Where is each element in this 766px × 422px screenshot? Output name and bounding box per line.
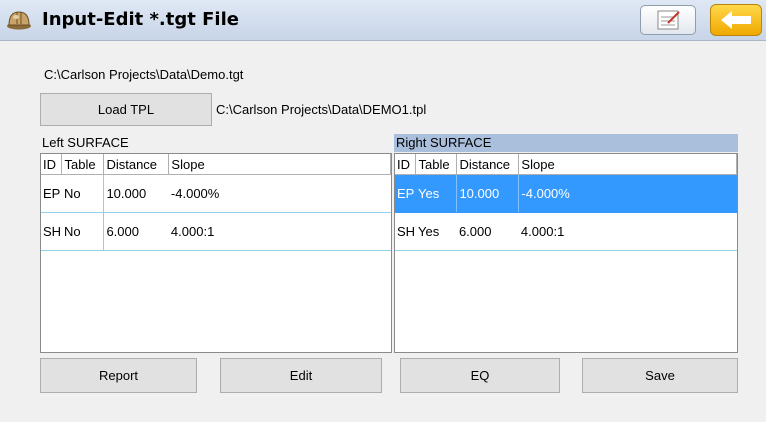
table-header-row: ID Table Distance Slope — [395, 154, 737, 175]
save-label: Save — [645, 368, 675, 383]
cell-table: No — [61, 212, 105, 251]
column-header-slope[interactable]: Slope — [168, 154, 391, 175]
column-header-distance[interactable]: Distance — [456, 154, 520, 175]
column-header-table[interactable]: Table — [415, 154, 458, 175]
cell-table: Yes — [415, 212, 457, 251]
column-header-id[interactable]: ID — [41, 154, 63, 175]
back-arrow-icon — [721, 11, 751, 29]
right-surface-label: Right SURFACE — [394, 134, 738, 152]
tpl-file-path: C:\Carlson Projects\Data\DEMO1.tpl — [216, 102, 427, 117]
left-surface-table: ID Table Distance Slope EP No 10.000 -4.… — [41, 154, 391, 251]
right-surface-table: ID Table Distance Slope EP Yes 10.000 -4… — [395, 154, 737, 251]
cell-id: EP — [41, 174, 62, 213]
cell-distance: 10.000 — [456, 174, 520, 213]
title-bar: Input-Edit *.tgt File — [0, 0, 766, 41]
cell-slope: 4.000:1 — [518, 212, 737, 251]
cell-id: EP — [395, 174, 416, 213]
cell-slope: -4.000% — [168, 174, 391, 213]
column-header-table[interactable]: Table — [61, 154, 105, 175]
cell-distance: 10.000 — [103, 174, 169, 213]
eq-button[interactable]: EQ — [400, 358, 560, 393]
table-row[interactable]: SH No 6.000 4.000:1 — [41, 212, 391, 251]
table-header-row: ID Table Distance Slope — [41, 154, 391, 175]
report-label: Report — [98, 368, 139, 383]
table-row[interactable]: SH Yes 6.000 4.000:1 — [395, 212, 737, 251]
table-row-selected[interactable]: EP Yes 10.000 -4.000% — [395, 174, 737, 213]
column-header-distance[interactable]: Distance — [103, 154, 170, 175]
right-surface-grid[interactable]: ID Table Distance Slope EP Yes 10.000 -4… — [394, 153, 738, 353]
tgt-file-path: C:\Carlson Projects\Data\Demo.tgt — [44, 67, 244, 82]
notes-button[interactable] — [640, 5, 696, 35]
left-surface-grid[interactable]: ID Table Distance Slope EP No 10.000 -4.… — [40, 153, 392, 353]
eq-label: EQ — [470, 368, 490, 383]
window-title: Input-Edit *.tgt File — [42, 9, 239, 30]
cell-id: SH — [395, 212, 416, 251]
back-button[interactable] — [710, 4, 762, 36]
load-tpl-button[interactable]: Load TPL — [40, 93, 212, 126]
column-header-slope[interactable]: Slope — [518, 154, 737, 175]
cell-table: Yes — [415, 174, 458, 213]
notepad-icon — [657, 10, 680, 30]
table-row[interactable]: EP No 10.000 -4.000% — [41, 174, 391, 213]
cell-table: No — [61, 174, 105, 213]
cell-slope: 4.000:1 — [168, 212, 391, 251]
report-button[interactable]: Report — [40, 358, 197, 393]
edit-label: Edit — [289, 368, 313, 383]
load-tpl-label: Load TPL — [97, 102, 155, 117]
hard-hat-icon — [7, 11, 31, 30]
cell-distance: 6.000 — [456, 212, 519, 251]
edit-button[interactable]: Edit — [220, 358, 382, 393]
cell-id: SH — [41, 212, 62, 251]
left-surface-label: Left SURFACE — [42, 135, 129, 150]
save-button[interactable]: Save — [582, 358, 738, 393]
cell-slope: -4.000% — [518, 174, 737, 213]
column-header-id[interactable]: ID — [395, 154, 417, 175]
cell-distance: 6.000 — [103, 212, 169, 251]
